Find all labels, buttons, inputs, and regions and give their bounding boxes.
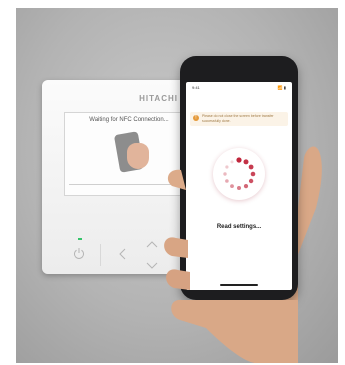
hand-front (164, 169, 298, 363)
photo: HITACHI Waiting for NFC Connection... 9:… (16, 8, 338, 363)
